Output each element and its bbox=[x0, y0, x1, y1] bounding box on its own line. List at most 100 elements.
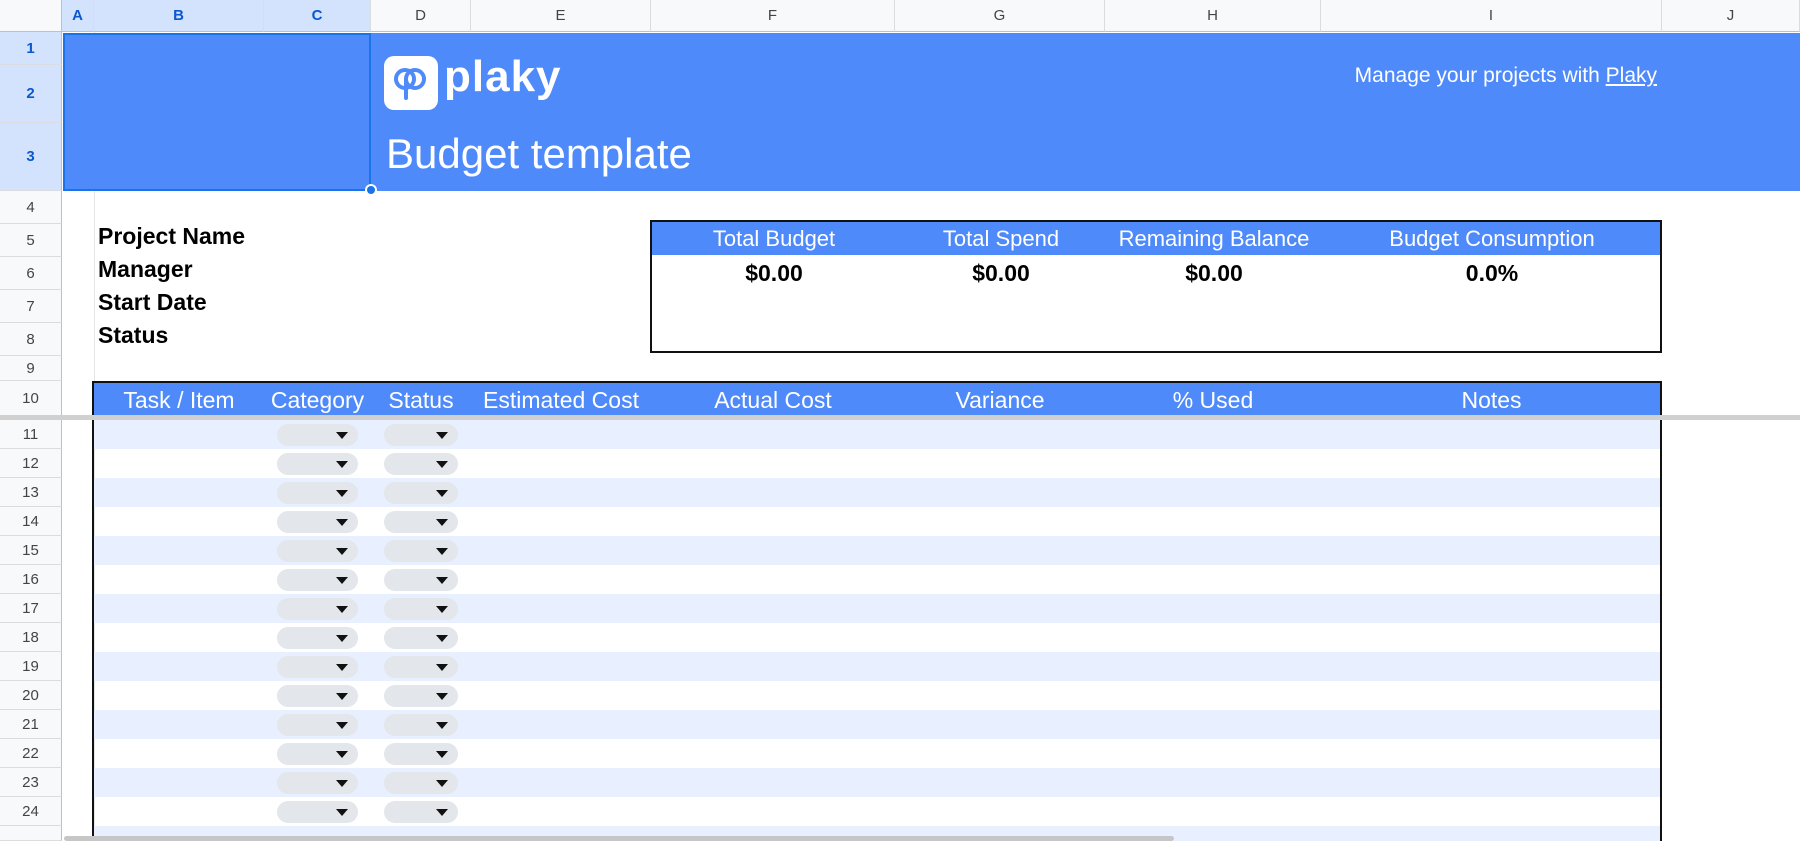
category-dropdown[interactable] bbox=[277, 540, 358, 562]
row-header[interactable]: 14 bbox=[0, 507, 62, 536]
column-header-d[interactable]: D bbox=[371, 0, 471, 32]
row-header[interactable]: 12 bbox=[0, 449, 62, 478]
status-dropdown[interactable] bbox=[384, 627, 458, 649]
chevron-down-icon bbox=[436, 693, 448, 700]
header-variance: Variance bbox=[955, 387, 1045, 413]
row-header[interactable]: 22 bbox=[0, 739, 62, 768]
status-dropdown[interactable] bbox=[384, 569, 458, 591]
category-dropdown[interactable] bbox=[277, 714, 358, 736]
row-header[interactable]: 20 bbox=[0, 681, 62, 710]
category-dropdown[interactable] bbox=[277, 482, 358, 504]
status-dropdown[interactable] bbox=[384, 453, 458, 475]
column-header-i[interactable]: I bbox=[1321, 0, 1662, 32]
row-header[interactable]: 23 bbox=[0, 768, 62, 797]
status-dropdown[interactable] bbox=[384, 511, 458, 533]
row-header[interactable]: 6 bbox=[0, 257, 62, 290]
total-spend-value[interactable]: $0.00 bbox=[896, 260, 1106, 287]
column-header-c[interactable]: C bbox=[264, 0, 371, 32]
chevron-down-icon bbox=[436, 577, 448, 584]
category-dropdown[interactable] bbox=[277, 511, 358, 533]
chevron-down-icon bbox=[336, 490, 348, 497]
status-dropdown[interactable] bbox=[384, 743, 458, 765]
category-dropdown[interactable] bbox=[277, 453, 358, 475]
row-header[interactable]: 10 bbox=[0, 381, 62, 416]
row-header[interactable] bbox=[0, 826, 62, 841]
row-header[interactable]: 5 bbox=[0, 224, 62, 257]
tagline: Manage your projects with Plaky bbox=[1355, 64, 1657, 88]
status-dropdown[interactable] bbox=[384, 772, 458, 794]
chevron-down-icon bbox=[336, 577, 348, 584]
chevron-down-icon bbox=[336, 548, 348, 555]
status-dropdown[interactable] bbox=[384, 598, 458, 620]
category-dropdown[interactable] bbox=[277, 627, 358, 649]
row-header[interactable]: 15 bbox=[0, 536, 62, 565]
budget-consumption-label: Budget Consumption bbox=[1389, 226, 1595, 251]
chevron-down-icon bbox=[336, 461, 348, 468]
status-dropdown[interactable] bbox=[384, 685, 458, 707]
row-header[interactable]: 17 bbox=[0, 594, 62, 623]
column-header-b[interactable]: B bbox=[94, 0, 264, 32]
budget-consumption-value[interactable]: 0.0% bbox=[1322, 260, 1662, 287]
row-header[interactable]: 1 bbox=[0, 32, 62, 65]
selected-range[interactable] bbox=[63, 33, 371, 191]
manager-label: Manager bbox=[98, 256, 193, 282]
chevron-down-icon bbox=[336, 722, 348, 729]
status-dropdown[interactable] bbox=[384, 424, 458, 446]
logo-text: plaky bbox=[444, 52, 562, 101]
row-header[interactable]: 7 bbox=[0, 290, 62, 323]
column-header-f[interactable]: F bbox=[651, 0, 895, 32]
row-header[interactable]: 24 bbox=[0, 797, 62, 826]
row-header[interactable]: 13 bbox=[0, 478, 62, 507]
selection-fill-handle[interactable] bbox=[365, 184, 377, 196]
row-header[interactable]: 8 bbox=[0, 323, 62, 356]
chevron-down-icon bbox=[336, 519, 348, 526]
category-dropdown[interactable] bbox=[277, 656, 358, 678]
chevron-down-icon bbox=[436, 490, 448, 497]
header-task-item: Task / Item bbox=[123, 387, 235, 413]
status-dropdown[interactable] bbox=[384, 482, 458, 504]
column-header-g[interactable]: G bbox=[895, 0, 1105, 32]
horizontal-scrollbar[interactable] bbox=[64, 836, 1174, 841]
category-dropdown[interactable] bbox=[277, 772, 358, 794]
chevron-down-icon bbox=[336, 751, 348, 758]
column-header-h[interactable]: H bbox=[1105, 0, 1321, 32]
status-dropdown[interactable] bbox=[384, 801, 458, 823]
chevron-down-icon bbox=[436, 461, 448, 468]
select-all-corner[interactable] bbox=[0, 0, 62, 32]
total-budget-value[interactable]: $0.00 bbox=[652, 260, 896, 287]
row-header[interactable]: 4 bbox=[0, 191, 62, 224]
chevron-down-icon bbox=[336, 693, 348, 700]
chevron-down-icon bbox=[436, 519, 448, 526]
row-header[interactable]: 18 bbox=[0, 623, 62, 652]
column-header-j[interactable]: J bbox=[1662, 0, 1800, 32]
chevron-down-icon bbox=[436, 809, 448, 816]
budget-summary-box: Total Budget Total Spend Remaining Balan… bbox=[650, 220, 1662, 353]
row-header[interactable]: 2 bbox=[0, 65, 62, 123]
start-date-label: Start Date bbox=[98, 289, 207, 315]
status-dropdown[interactable] bbox=[384, 656, 458, 678]
task-table-header: Task / Item Category Status Estimated Co… bbox=[94, 383, 1660, 417]
total-budget-label: Total Budget bbox=[712, 226, 836, 251]
category-dropdown[interactable] bbox=[277, 569, 358, 591]
category-dropdown[interactable] bbox=[277, 598, 358, 620]
row-header[interactable]: 21 bbox=[0, 710, 62, 739]
column-header-e[interactable]: E bbox=[471, 0, 651, 32]
row-header[interactable]: 16 bbox=[0, 565, 62, 594]
status-dropdown[interactable] bbox=[384, 540, 458, 562]
row-header[interactable]: 11 bbox=[0, 420, 62, 449]
row-header[interactable]: 9 bbox=[0, 356, 62, 381]
row-header[interactable]: 3 bbox=[0, 123, 62, 191]
status-dropdown[interactable] bbox=[384, 714, 458, 736]
column-header-a[interactable]: A bbox=[62, 0, 94, 32]
chevron-down-icon bbox=[436, 606, 448, 613]
status-label: Status bbox=[98, 322, 169, 348]
category-dropdown[interactable] bbox=[277, 743, 358, 765]
category-dropdown[interactable] bbox=[277, 801, 358, 823]
plaky-link[interactable]: Plaky bbox=[1606, 64, 1657, 87]
category-dropdown[interactable] bbox=[277, 685, 358, 707]
row-header[interactable]: 19 bbox=[0, 652, 62, 681]
category-dropdown[interactable] bbox=[277, 424, 358, 446]
chevron-down-icon bbox=[336, 809, 348, 816]
remaining-balance-label: Remaining Balance bbox=[1118, 226, 1310, 251]
remaining-balance-value[interactable]: $0.00 bbox=[1106, 260, 1322, 287]
